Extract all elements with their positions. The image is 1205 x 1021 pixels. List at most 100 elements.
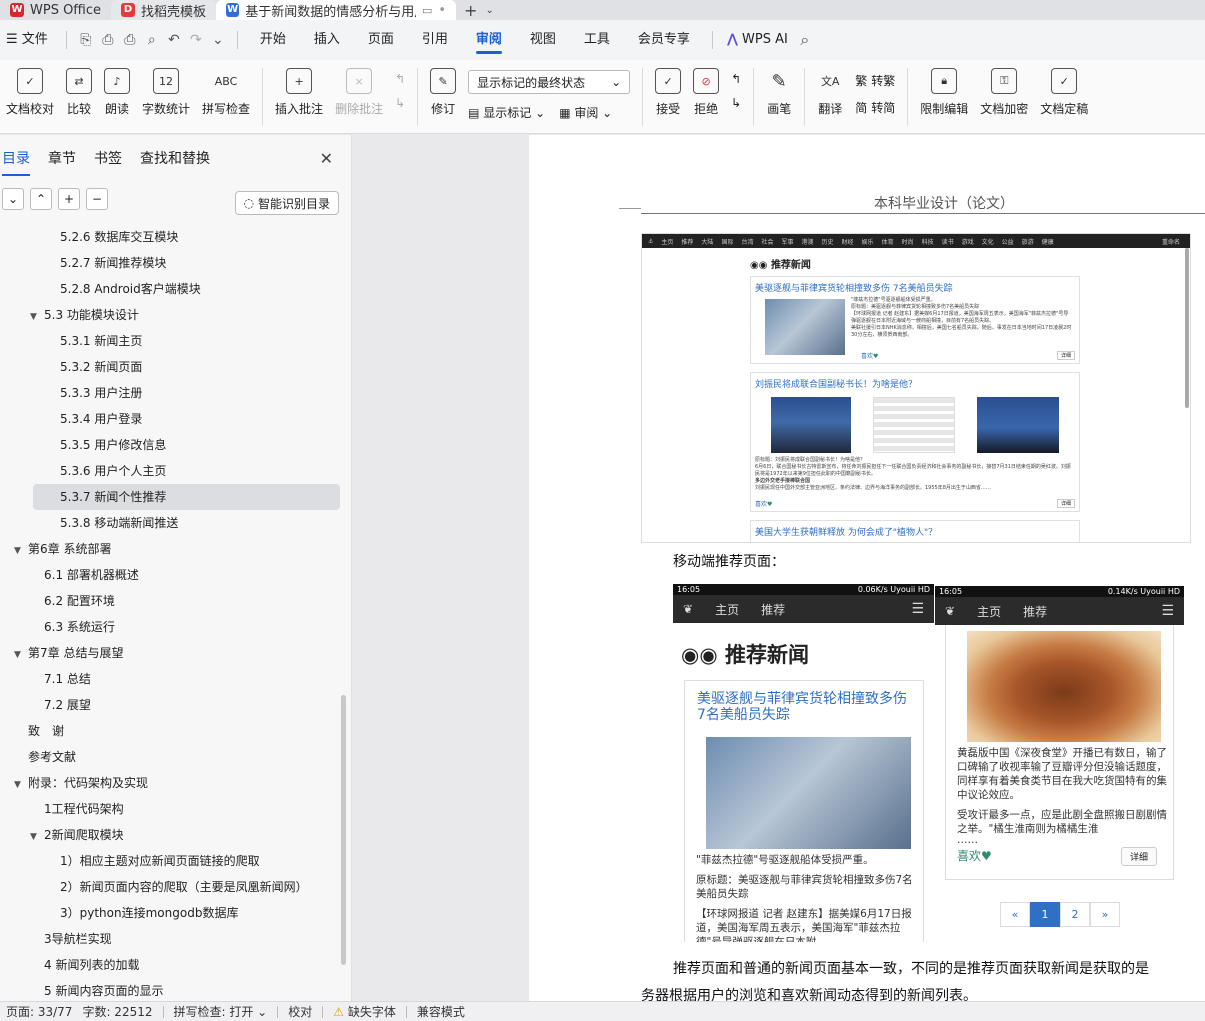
toc-item[interactable]: 6.2 配置环境 [0, 588, 351, 614]
menu-insert[interactable]: 插入 [300, 20, 354, 60]
expand-caret-icon[interactable]: ▼ [30, 824, 44, 850]
word-count-button[interactable]: 12 字数统计 [136, 68, 196, 117]
toc-item[interactable]: 致 谢 [0, 718, 351, 744]
tab-chapter[interactable]: 章节 [48, 148, 76, 168]
menu-page[interactable]: 页面 [354, 20, 408, 60]
toc-item[interactable]: 5.3.6 用户个人主页 [0, 458, 351, 484]
menu-reference[interactable]: 引用 [408, 20, 462, 60]
remove-heading-icon[interactable]: − [86, 188, 108, 210]
expand-caret-icon[interactable]: ▼ [14, 538, 28, 564]
document-page[interactable]: 本科毕业设计（论文） ⚓ 主页 推荐 大陆 国际 台湾 社会 军事 港澳 历史 … [529, 135, 1205, 1001]
toc-item[interactable]: 4 新闻列表的加载 [0, 952, 351, 978]
read-aloud-button[interactable]: ♪ 朗读 [98, 68, 136, 117]
expand-up-icon[interactable]: ⌃ [30, 188, 52, 210]
save-icon[interactable]: ⎘ [75, 32, 97, 48]
toc-item[interactable]: ▼ 2新闻爬取模块 [0, 822, 351, 850]
spell-check-status[interactable]: 拼写检查: 打开 ⌄ [174, 1003, 278, 1020]
toc-item[interactable]: 5.3.2 新闻页面 [0, 354, 351, 380]
wps-ai-button[interactable]: ⋀ WPS AI [721, 20, 794, 60]
add-heading-icon[interactable]: + [58, 188, 80, 210]
missing-font-status[interactable]: ⚠ 缺失字体 [333, 1003, 406, 1020]
tab-docer[interactable]: D 找稻壳模板 [111, 0, 217, 20]
toc-item[interactable]: 5.3.5 用户修改信息 [0, 432, 351, 458]
tab-list-chevron-icon[interactable]: ⌄ [485, 5, 493, 20]
compare-button[interactable]: ⇄ 比较 [60, 68, 98, 117]
menu-review[interactable]: 审阅 [462, 20, 516, 60]
toc-item[interactable]: 5 新闻内容页面的显示 [0, 978, 351, 1001]
toc-item[interactable]: 6.3 系统运行 [0, 614, 351, 640]
page-indicator[interactable]: 页面: 33/77 [6, 1003, 82, 1020]
tab-document[interactable]: W 基于新闻数据的情感分析与用户 ▭ • [216, 0, 457, 20]
search-icon[interactable]: ⌕ [794, 30, 816, 50]
next-comment-icon[interactable]: ↳ [395, 96, 405, 110]
tab-toc[interactable]: 目录 [2, 148, 30, 176]
to-traditional-button[interactable]: 繁转繁 [855, 72, 895, 89]
finalize-button[interactable]: ✓ 文档定稿 [1034, 68, 1094, 117]
menu-member[interactable]: 会员专享 [624, 20, 704, 60]
menu-view[interactable]: 视图 [516, 20, 570, 60]
next-change-icon[interactable]: ↳ [731, 96, 741, 110]
menu-home[interactable]: 开始 [246, 20, 300, 60]
delete-comment-button[interactable]: × 删除批注 [329, 68, 389, 117]
tab-dot-icon[interactable]: • [438, 3, 446, 18]
proofread-status[interactable]: 校对 [288, 1003, 322, 1020]
collapse-all-icon[interactable]: ⌄ [2, 188, 24, 210]
restrict-edit-button[interactable]: 🔒︎ 限制编辑 [914, 68, 974, 117]
accept-button[interactable]: ✓ 接受 [649, 68, 687, 117]
toc-item[interactable]: 2）新闻页面内容的爬取（主要是凤凰新闻网） [0, 874, 351, 900]
expand-caret-icon[interactable]: ▼ [14, 772, 28, 798]
toc-item[interactable]: 参考文献 [0, 744, 351, 770]
word-count[interactable]: 字数: 22512 [82, 1003, 162, 1020]
toc-item[interactable]: ▼ 5.3 功能模块设计 [0, 302, 351, 330]
toc-item[interactable]: 5.2.6 数据库交互模块 [0, 224, 351, 250]
doc-check-button[interactable]: ✓ 文档校对 [0, 68, 60, 117]
menu-tools[interactable]: 工具 [570, 20, 624, 60]
print-icon[interactable]: ⎙ [119, 32, 141, 48]
show-markup-button[interactable]: ▤ 显示标记 ⌄ [468, 104, 545, 121]
toc-item[interactable]: ▼ 第6章 系统部署 [0, 536, 351, 564]
toc-item[interactable]: 7.2 展望 [0, 692, 351, 718]
track-changes-button[interactable]: ✎ 修订 [424, 68, 462, 117]
toc-item[interactable]: 5.3.4 用户登录 [0, 406, 351, 432]
tab-find-replace[interactable]: 查找和替换 [140, 148, 210, 168]
toc-item-selected[interactable]: 5.3.7 新闻个性推荐 [33, 484, 340, 510]
markup-state-dropdown[interactable]: 显示标记的最终状态 ⌄ [468, 70, 631, 94]
sidebar-scrollbar[interactable] [341, 695, 346, 965]
redo-icon[interactable]: ↷ [185, 32, 207, 48]
close-icon[interactable]: ✕ [320, 149, 333, 168]
toc-item[interactable]: 5.3.3 用户注册 [0, 380, 351, 406]
review-pane-button[interactable]: ▦ 审阅 ⌄ [559, 104, 612, 121]
undo-icon[interactable]: ↶ [163, 32, 185, 48]
encrypt-button[interactable]: ⚿ 文档加密 [974, 68, 1034, 117]
to-simplified-button[interactable]: 简转简 [855, 99, 895, 116]
toc-item[interactable]: 1工程代码架构 [0, 796, 351, 822]
monitor-icon[interactable]: ▭ [422, 4, 432, 17]
toc-item[interactable]: ▼ 附录：代码架构及实现 [0, 770, 351, 798]
toc-item[interactable]: 5.2.8 Android客户端模块 [0, 276, 351, 302]
previous-comment-icon[interactable]: ↰ [395, 72, 405, 86]
toc-item[interactable]: 5.3.1 新闻主页 [0, 328, 351, 354]
previous-change-icon[interactable]: ↰ [731, 72, 741, 86]
print-preview-icon[interactable]: ⌕ [141, 32, 163, 48]
toc-item[interactable]: 6.1 部署机器概述 [0, 562, 351, 588]
toc-item[interactable]: 1）相应主题对应新闻页面链接的爬取 [0, 848, 351, 874]
new-tab-button[interactable]: + [456, 1, 485, 20]
smart-toc-button[interactable]: ◌ 智能识别目录 [234, 191, 339, 215]
toc-item[interactable]: 5.2.7 新闻推荐模块 [0, 250, 351, 276]
insert-comment-button[interactable]: + 插入批注 [269, 68, 329, 117]
toc-item[interactable]: 3导航栏实现 [0, 926, 351, 952]
toc-item[interactable]: ▼ 第7章 总结与展望 [0, 640, 351, 668]
tab-bookmark[interactable]: 书签 [94, 148, 122, 168]
pen-button[interactable]: ✎ 画笔 [760, 68, 798, 117]
expand-caret-icon[interactable]: ▼ [30, 304, 44, 330]
quick-access-chevron-icon[interactable]: ⌄ [207, 32, 229, 48]
expand-caret-icon[interactable]: ▼ [14, 642, 28, 668]
pdf-export-icon[interactable]: ⎙ [97, 32, 119, 48]
toc-item[interactable]: 7.1 总结 [0, 666, 351, 692]
menu-file[interactable]: ☰ 文件 [0, 20, 58, 60]
spell-check-button[interactable]: ABC 拼写检查 [196, 68, 256, 117]
toc-item[interactable]: 5.3.8 移动端新闻推送 [0, 510, 351, 536]
translate-button[interactable]: 文A 翻译 [811, 68, 849, 117]
tab-wps-office[interactable]: W WPS Office [0, 0, 111, 20]
toc-item[interactable]: 3）python连接mongodb数据库 [0, 900, 351, 926]
